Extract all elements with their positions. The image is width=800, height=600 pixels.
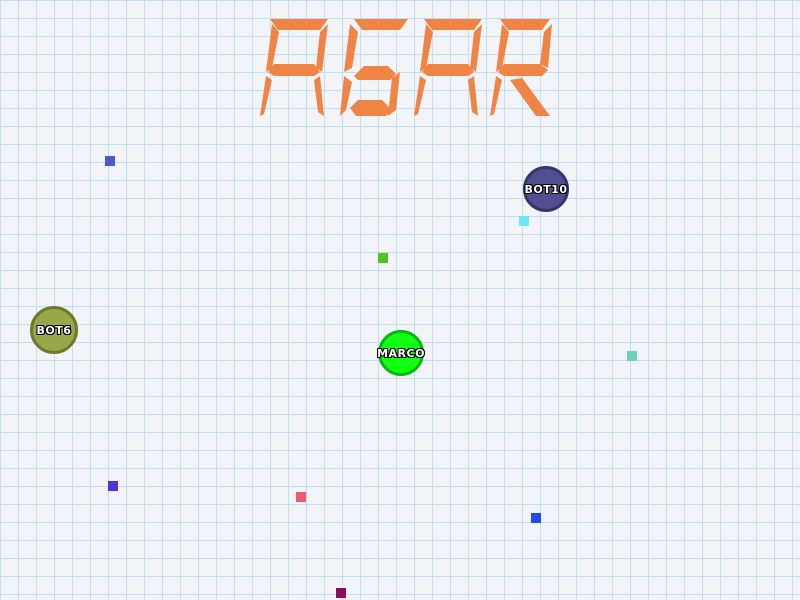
logo-lcd-graphic bbox=[260, 19, 552, 116]
food-pellet bbox=[108, 481, 118, 491]
game-logo: AGAR bbox=[258, 16, 558, 116]
food-pellet bbox=[378, 253, 388, 263]
cell-name-label: BOT6 bbox=[36, 323, 72, 337]
food-pellet bbox=[627, 351, 637, 361]
food-pellet bbox=[296, 492, 306, 502]
food-pellet bbox=[336, 588, 346, 598]
player-cell-bot6: BOT6 bbox=[30, 306, 78, 354]
player-cell-marco: MARCO bbox=[377, 330, 425, 376]
game-canvas[interactable]: AGAR bbox=[0, 0, 800, 600]
food-pellet bbox=[105, 156, 115, 166]
player-cell-bot10: BOT10 bbox=[523, 166, 569, 212]
cell-name-label: BOT10 bbox=[524, 182, 568, 196]
food-pellet bbox=[519, 216, 529, 226]
cell-name-label: MARCO bbox=[377, 346, 425, 360]
food-pellet bbox=[531, 513, 541, 523]
